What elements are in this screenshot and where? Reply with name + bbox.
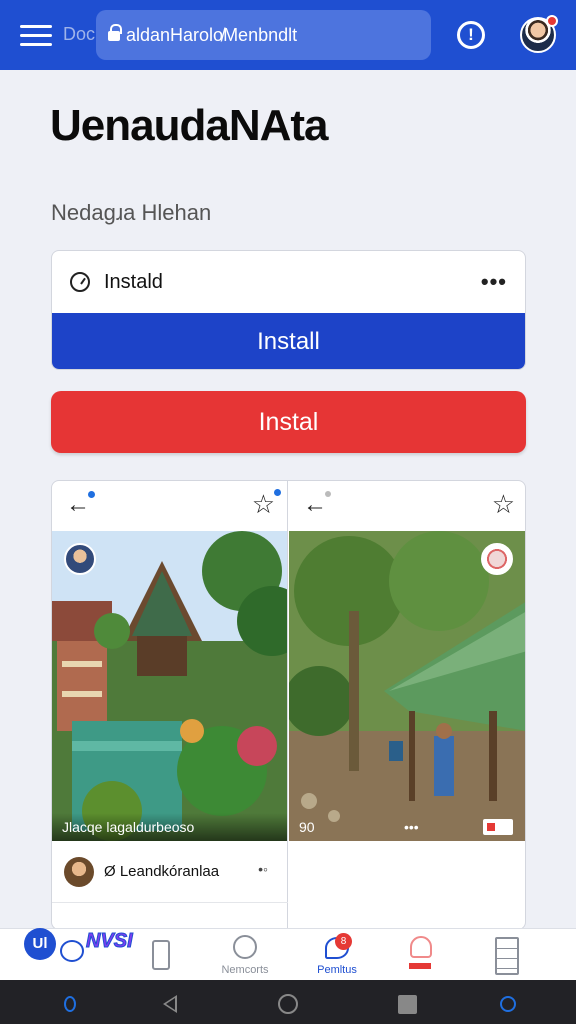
lock-icon [108, 24, 122, 42]
star-icon[interactable]: ☆ [252, 489, 275, 520]
nav-item-documents[interactable] [462, 929, 552, 981]
author-avatar[interactable] [64, 543, 96, 575]
photo-count: 90 [299, 819, 315, 835]
app-badge[interactable]: Ul [24, 928, 56, 960]
back-arrow-icon[interactable]: ← [303, 491, 327, 519]
accessibility-icon[interactable] [500, 996, 516, 1012]
photo-caption: Jlacqe lagaldurbeoso [52, 813, 287, 841]
system-back-icon[interactable] [163, 995, 177, 1013]
top-app-bar: Doc aldanHarolo̸Menbndlt ! [0, 0, 576, 70]
nav-label: Pemltus [317, 964, 357, 976]
clock-icon [70, 272, 90, 292]
install-button[interactable]: Install [52, 313, 525, 369]
bell-accent [409, 963, 431, 969]
sticker-label: NVSI [86, 930, 134, 953]
avatar [64, 857, 94, 887]
document-icon [495, 937, 519, 975]
star-dot [274, 489, 281, 496]
install-card: Instald ••• Install [51, 250, 526, 370]
install-card-header: Instald [52, 251, 525, 313]
address-bar[interactable]: aldanHarolo̸Menbndlt [96, 10, 431, 60]
nav-label: Nemcorts [221, 964, 269, 976]
chat-bubble-icon [60, 940, 84, 962]
post-photo[interactable]: Jlacqe lagaldurbeoso [52, 531, 287, 841]
author-avatar[interactable] [481, 543, 513, 575]
bell-icon [410, 936, 432, 958]
post-panels: ← ☆ Jlacqe lagaldurbeoso Ø Leandkóranlaa… [51, 480, 526, 930]
row-label: Leandkóranlaa [119, 863, 220, 880]
address-prefix: Doc [63, 24, 96, 44]
hut-photo [289, 531, 525, 841]
panel-header: ← ☆ [52, 481, 287, 531]
row-prefix: Ø [104, 863, 116, 880]
post-panel-right: ← ☆ 90 ••• [289, 481, 525, 929]
system-home-icon[interactable] [278, 994, 298, 1014]
back-arrow-icon[interactable]: ← [66, 491, 90, 519]
page-title: UenaudaNAta [50, 101, 328, 150]
notification-count-badge: 8 [335, 933, 352, 950]
row-more-icon[interactable]: •◦ [258, 861, 268, 877]
system-recents-icon[interactable] [398, 995, 417, 1014]
avatar[interactable] [520, 15, 558, 53]
post-photo[interactable]: 90 ••• [289, 531, 525, 841]
install-card-label: Instald [104, 270, 163, 293]
address-text: aldanHarolo̸Menbndlt [126, 24, 298, 45]
device-icon[interactable] [152, 940, 170, 970]
search-icon [233, 935, 257, 959]
resort-photo [52, 531, 287, 841]
unread-dot [88, 491, 95, 498]
photo-dots: ••• [404, 819, 419, 835]
menu-icon[interactable] [20, 25, 52, 47]
assistant-icon[interactable] [64, 996, 76, 1012]
post-panel-left: ← ☆ Jlacqe lagaldurbeoso Ø Leandkóranlaa… [52, 481, 288, 929]
flag-icon [483, 819, 513, 835]
star-icon[interactable]: ☆ [492, 489, 515, 520]
more-options-icon[interactable]: ••• [481, 269, 507, 295]
unread-dot [325, 491, 331, 497]
alert-icon[interactable]: ! [457, 21, 485, 49]
nav-item-search[interactable]: Nemcorts [200, 929, 290, 981]
nav-item-notifications[interactable] [376, 929, 466, 981]
notification-dot [546, 15, 558, 27]
panel-header: ← ☆ [289, 481, 525, 531]
list-item[interactable]: Ø Leandkóranlaa •◦ [52, 841, 288, 903]
instal-button[interactable]: Instal [51, 391, 526, 453]
page-subtitle: Nedagɹa Hlehan [51, 200, 212, 225]
